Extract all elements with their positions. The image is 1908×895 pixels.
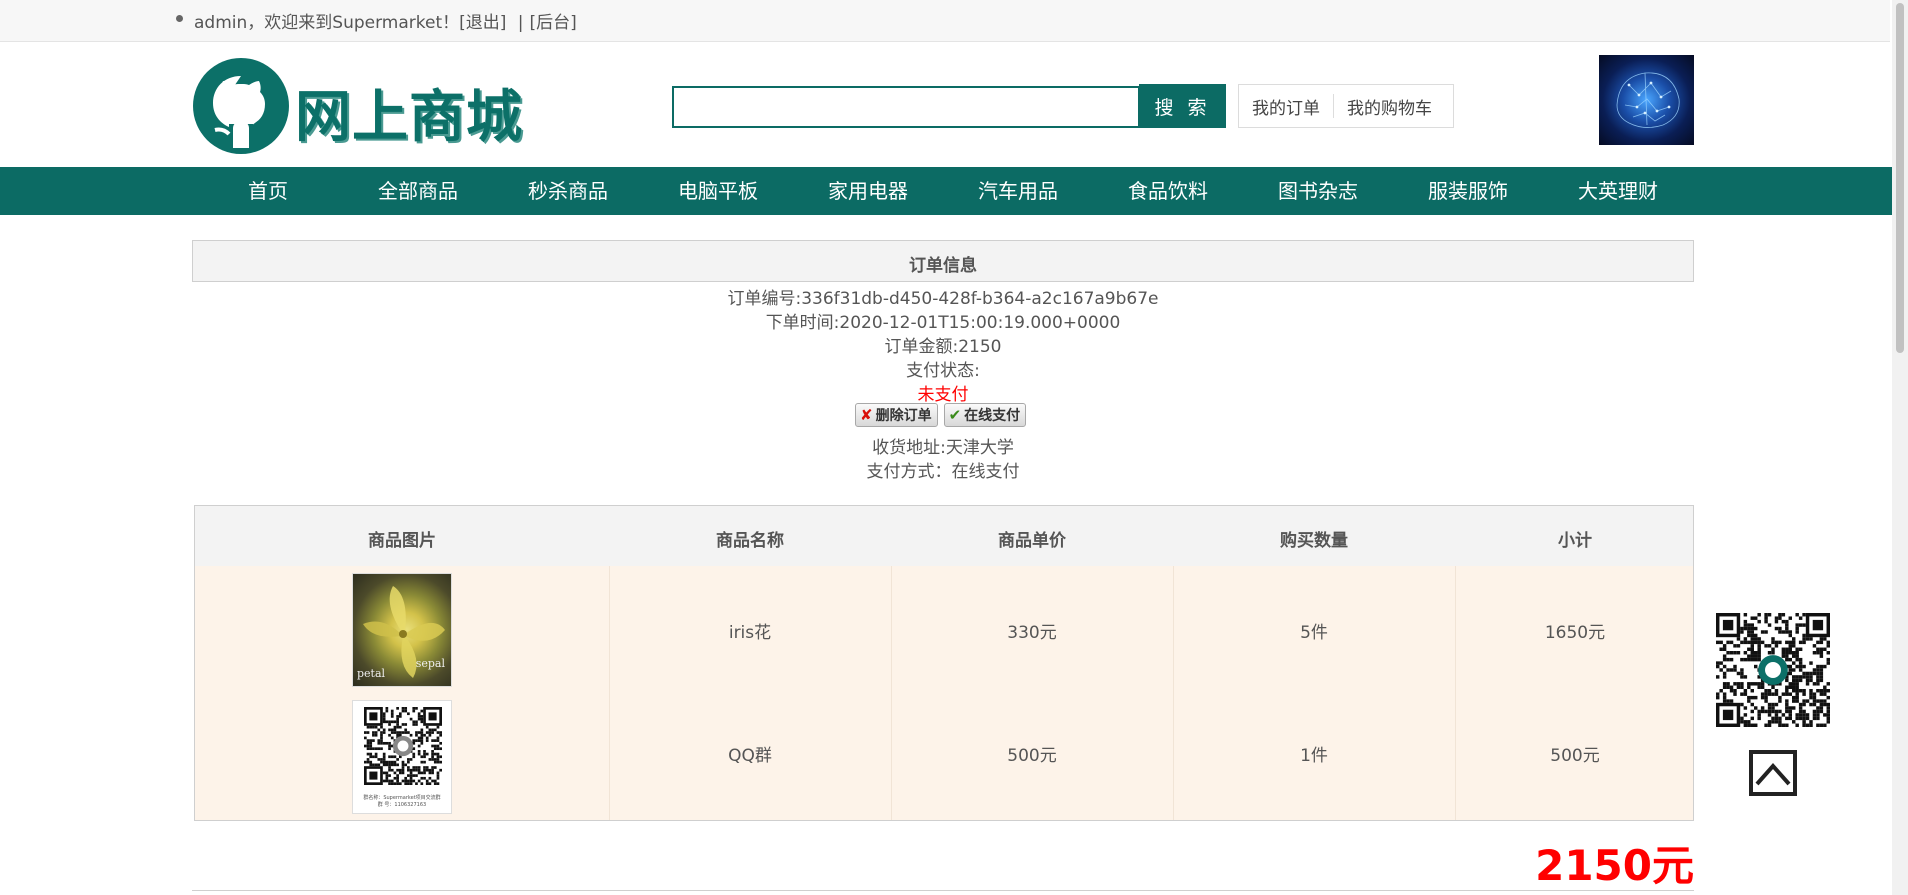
column-divider [1455,566,1456,820]
floating-qr-code[interactable] [1714,611,1832,729]
top-bar: admin，欢迎来到Supermarket！[退出] | [后台] [0,0,1890,42]
delete-order-label: 删除订单 [875,408,932,424]
column-header: 小计 [1558,531,1592,551]
my-cart-link[interactable]: 我的购物车 [1334,94,1445,119]
shipping-address: 收货地址:天津大学 [872,438,1014,458]
my-orders-link[interactable]: 我的订单 [1239,94,1333,119]
payment-method: 支付方式：在线支付 [866,462,1020,482]
table-row: 群名称：Supermarket项目交流群 群 号：1106327163 QQ群 … [195,693,1693,820]
table-header: 商品图片 商品名称 商品单价 购买数量 小计 [195,506,1693,566]
quantity: 1件 [1300,746,1328,766]
unit-price: 500元 [1007,746,1057,766]
nav-item-food[interactable]: 食品饮料 [1128,167,1208,215]
pay-status-value: 未支付 [917,385,969,405]
column-header: 购买数量 [1280,531,1348,551]
welcome-message: ，欢迎来到Supermarket！ [247,13,460,33]
logout-link[interactable]: [退出] [459,13,506,33]
petal-label: petal [357,667,386,680]
nav-item-clothing[interactable]: 服装服饰 [1428,167,1508,215]
order-actions: ✘ 删除订单 ✔ 在线支付 [855,403,1027,427]
subtotal: 500元 [1550,746,1600,766]
main-nav: 首页 全部商品 秒杀商品 电脑平板 家用电器 汽车用品 食品饮料 图书杂志 服装… [0,167,1892,215]
table-row: petal sepal iris花 330元 5件 1650元 [195,566,1693,693]
nav-item-home[interactable]: 首页 [248,167,288,215]
product-image-qq-group[interactable]: 群名称：Supermarket项目交流群 群 号：1106327163 [352,700,452,814]
order-amount: 订单金额:2150 [884,337,1002,357]
column-header: 商品名称 [716,531,784,551]
logo-text: 网上商城 [295,85,523,150]
pay-status-label: 支付状态: [906,361,980,381]
order-number: 订单编号:336f31db-d450-428f-b364-a2c167a9b67… [727,289,1159,309]
nav-item-computers[interactable]: 电脑平板 [678,167,758,215]
nav-item-auto[interactable]: 汽车用品 [978,167,1058,215]
divider [192,890,1694,891]
column-header: 商品单价 [998,531,1066,551]
column-header: 商品图片 [368,531,436,551]
bullet-icon [176,15,183,22]
nav-item-all-products[interactable]: 全部商品 [378,167,458,215]
pay-online-button[interactable]: ✔ 在线支付 [943,403,1027,427]
quick-links: 我的订单 我的购物车 [1238,84,1454,128]
column-divider [891,566,892,820]
check-icon: ✔ [948,406,962,424]
separator: | [517,13,524,33]
nav-item-flash-sale[interactable]: 秒杀商品 [528,167,608,215]
quantity: 5件 [1300,623,1328,643]
product-name: iris花 [728,623,772,643]
product-name: QQ群 [728,746,772,766]
scrollbar-thumb[interactable] [1896,3,1904,353]
back-to-top-button[interactable] [1749,750,1797,796]
order-items-table: 商品图片 商品名称 商品单价 购买数量 小计 petal sepal iris花… [194,505,1694,821]
order-info-header: 订单信息 [192,240,1694,282]
welcome-text: admin，欢迎来到Supermarket！[退出] | [后台] [194,8,577,33]
qr-code-icon [364,707,442,785]
nav-item-appliances[interactable]: 家用电器 [828,167,908,215]
qr-code-icon [1716,613,1830,727]
admin-link[interactable]: [后台] [530,13,577,33]
subtotal: 1650元 [1544,623,1606,643]
close-icon: ✘ [860,406,873,424]
sepal-label: sepal [415,657,445,670]
chevron-up-icon [1755,762,1791,786]
vertical-scrollbar[interactable] [1892,0,1908,895]
nav-item-finance[interactable]: 大英理财 [1578,167,1658,215]
site-logo[interactable]: 网上商城 [193,58,522,154]
order-time: 下单时间:2020-12-01T15:00:19.000+0000 [765,313,1121,333]
product-image-iris[interactable]: petal sepal [352,573,452,687]
column-divider [1173,566,1174,820]
nav-item-books[interactable]: 图书杂志 [1278,167,1358,215]
pay-online-label: 在线支付 [964,408,1021,424]
username: admin [194,13,248,33]
order-total: 2150元 [1535,841,1694,890]
search-button[interactable]: 搜 索 [1139,84,1226,128]
delete-order-button[interactable]: ✘ 删除订单 [855,403,938,427]
github-octocat-icon [193,58,289,154]
search-input[interactable] [672,86,1140,128]
brain-image [1599,55,1694,145]
unit-price: 330元 [1007,623,1057,643]
qr-caption-number: 群 号：1106327163 [377,802,427,808]
qr-caption: 群名称：Supermarket项目交流群 [363,795,441,801]
order-info-title: 订单信息 [909,256,977,276]
column-divider [609,566,610,820]
